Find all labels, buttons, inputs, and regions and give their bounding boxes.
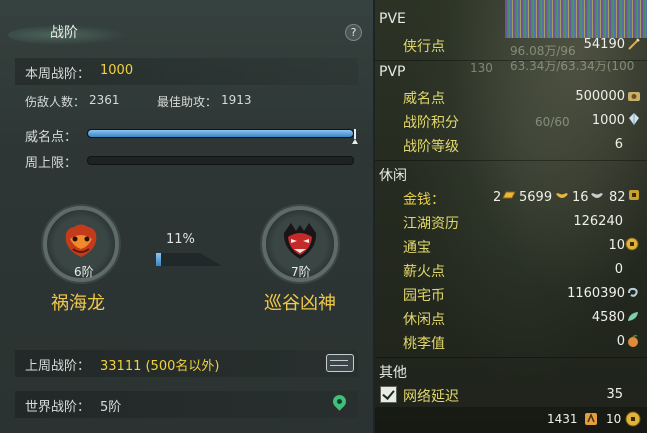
advance-percent: 11%: [166, 232, 195, 247]
last-week-value: 33111 (500名以外): [100, 359, 220, 374]
pvp-row-label-0: 威名点: [403, 91, 445, 107]
money-silver: 16: [572, 190, 589, 205]
leaf-icon: [628, 312, 638, 321]
leisure-row-label-0: 江湖资历: [403, 216, 459, 232]
kills-value: 2361: [89, 93, 120, 107]
leisure-row-value-1: 10: [608, 238, 625, 253]
leisure-row-label-3: 园宅币: [403, 288, 445, 304]
gold-ingot-icon: [556, 193, 568, 198]
token-icon: [628, 92, 640, 101]
sword-icon: [628, 38, 640, 50]
section-pve: PVE: [379, 11, 406, 27]
section-leisure: 休闲: [379, 168, 407, 184]
character-icon[interactable]: [583, 411, 599, 427]
pvp-row-value-1: 1000: [591, 113, 625, 128]
money-gold-bars: 2: [493, 190, 502, 205]
coin-icon: [625, 237, 639, 251]
footer-coins: 10: [606, 412, 622, 426]
prestige-bar: [87, 129, 354, 138]
panel-header: 战阶 ?: [0, 15, 373, 49]
leisure-row-label-5: 桃李值: [403, 336, 445, 352]
hud-colored-strip: [505, 0, 647, 38]
leisure-row-value-2: 0: [614, 262, 623, 277]
section-pvp: PVP: [379, 64, 406, 80]
peach-icon: [628, 334, 638, 347]
other-row-label-0: 网络延迟: [403, 389, 459, 405]
world-rank-label: 世界战阶：: [25, 400, 91, 415]
kills-label: 伤敌人数：: [25, 95, 86, 109]
money-copper: 82: [609, 190, 626, 205]
cap-bar: [87, 156, 354, 165]
advance-progress-bar: [156, 253, 222, 266]
footer-coin-icon[interactable]: [625, 411, 641, 427]
prestige-label: 威名点：: [25, 130, 78, 145]
rank-panel: 战阶 ? 本周战阶： 1000 伤敌人数： 2361 最佳助攻： 1913 威名…: [0, 0, 373, 433]
demon-mask-icon: [283, 223, 317, 259]
cap-label: 周上限：: [25, 156, 78, 171]
leisure-row-value-3: 1160390: [567, 286, 625, 301]
prestige-bar-cap-icon: [352, 129, 359, 144]
assists-label: 最佳助攻：: [157, 95, 218, 109]
gold-bar-icon: [502, 191, 516, 199]
hud-text-4: 60/60: [535, 115, 570, 129]
panel-title: 战阶: [50, 25, 78, 41]
pvp-row-value-0: 500000: [575, 89, 625, 104]
crystal-icon: [629, 113, 639, 125]
other-row-value-0: 35: [606, 387, 623, 402]
weekly-rank-value: 1000: [100, 63, 134, 78]
leisure-row-label-2: 薪火点: [403, 264, 445, 280]
prestige-bar-fill: [88, 130, 353, 137]
weekly-rank-label: 本周战阶：: [25, 67, 91, 82]
leisure-row-value-4: 4580: [591, 310, 625, 325]
copper-coin-icon: [629, 190, 639, 200]
money-gold-ingot: 5699: [519, 190, 553, 205]
reward-chest-icon[interactable]: [326, 354, 354, 372]
pvp-row-label-1: 战阶积分: [403, 115, 459, 131]
hud-text-3: 130: [470, 61, 493, 75]
section-other: 其他: [379, 365, 407, 381]
leisure-row-value-5: 0: [616, 334, 625, 349]
leisure-row-value-0: 126240: [573, 214, 623, 229]
leisure-row-label-4: 休闲点: [403, 312, 445, 328]
last-week-label: 上周战阶：: [25, 359, 91, 374]
world-rank-value: 5阶: [100, 400, 122, 415]
pve-row-label: 侠行点: [403, 39, 445, 55]
current-rank-name: 祸海龙: [51, 293, 105, 314]
next-rank-name: 巡谷凶神: [264, 293, 336, 314]
pvp-row-label-2: 战阶等级: [403, 139, 459, 155]
current-rank-tier: 6阶: [74, 265, 94, 279]
footer-count: 1431: [547, 412, 578, 426]
dragon-mask-icon: [65, 224, 97, 257]
next-rank-tier: 7阶: [291, 265, 311, 279]
pve-row-value: 54190: [583, 37, 625, 52]
swirl-icon: [628, 287, 638, 297]
assists-value: 1913: [221, 93, 252, 107]
advance-progress-fill: [156, 253, 161, 266]
help-icon[interactable]: ?: [345, 24, 362, 41]
silver-ingot-icon: [591, 193, 603, 198]
currency-panel: 96.08万/96 63.34万/63.34万(100 130 60/60 PV…: [375, 0, 647, 433]
leisure-row-label-1: 通宝: [403, 240, 431, 256]
money-label: 金钱：: [403, 192, 445, 208]
pvp-row-value-2: 6: [614, 137, 623, 152]
latency-checkbox[interactable]: [380, 386, 397, 403]
